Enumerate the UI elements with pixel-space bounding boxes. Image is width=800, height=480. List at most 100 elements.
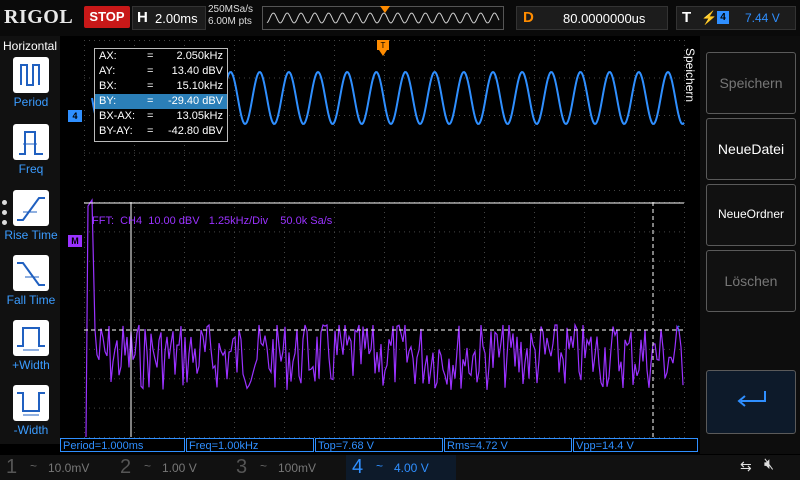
grid-dot [534,227,535,228]
grid-dot [434,217,435,218]
grid-dot [434,105,435,106]
grid-dot [484,50,485,51]
grid-dot [234,407,235,409]
grid-dot [524,40,525,41]
grid-dot [534,387,535,388]
back-button[interactable] [706,370,796,434]
grid-dot [444,378,445,380]
measurement-vpp[interactable]: Vpp=14.4 V [573,438,698,452]
neue-ordner-button[interactable]: NeueOrdner [706,184,796,246]
grid-dot [169,190,170,191]
grid-dot [434,257,435,258]
grid-dot [644,115,645,116]
grid-dot [434,302,435,303]
grid-dot [584,382,585,383]
grid-dot [184,247,185,248]
grid-dot [594,115,595,116]
grid-dot [464,407,465,409]
grid-dot [134,155,135,156]
grid-dot [164,231,165,233]
grid-dot [539,152,540,154]
grid-dot [309,40,310,41]
grid-dot [674,115,675,116]
grid-dot [584,290,585,292]
grid-dot [314,40,315,41]
grid-dot [304,40,305,41]
grid-dot [129,231,130,233]
grid-dot [534,125,535,126]
grid-dot [284,292,285,293]
speichern-button[interactable]: Speichern [706,52,796,114]
channel-2-status[interactable]: 2 ~ 1.00 V [114,455,226,480]
grid-dot [239,115,240,116]
grid-dot [179,290,180,292]
grid-dot [589,152,590,154]
grid-dot [334,115,335,116]
grid-dot [234,262,235,263]
grid-dot [684,170,685,171]
grid-dot [664,348,665,350]
grid-dot [679,260,680,262]
grid-dot [404,152,405,154]
grid-dot [284,155,285,156]
measurement-rms[interactable]: Rms=4.72 V [444,438,572,452]
grid-dot [584,378,585,380]
grid-dot [534,312,535,313]
grid-dot [259,231,260,233]
grid-dot [269,319,270,321]
grid-dot [299,319,300,321]
grid-dot [114,231,115,233]
grid-dot [244,407,245,409]
grid-dot [179,152,180,154]
grid-dot [444,348,445,350]
grid-dot [214,348,215,350]
grid-dot [284,170,285,171]
grid-dot [534,55,535,56]
grid-dot [499,77,500,79]
measurement-top[interactable]: Top=7.68 V [315,438,443,452]
grid-dot [284,65,285,66]
grid-dot [84,65,85,66]
grid-dot [279,231,280,233]
grid-dot [634,185,635,186]
grid-dot [374,231,375,233]
grid-dot [284,348,285,350]
neue-datei-button[interactable]: NeueDatei [706,118,796,180]
grid-dot [184,427,185,428]
grid-dot [669,348,670,350]
grid-dot [334,190,335,191]
grid-dot [599,231,600,233]
grid-dot [484,372,485,373]
grid-dot [609,190,610,191]
grid-dot [679,77,680,79]
grid-dot [539,231,540,233]
grid-dot [254,290,255,292]
grid-dot [624,260,625,262]
measurement-period[interactable]: Period=1.000ms [60,438,185,452]
grid-dot [214,152,215,154]
grid-dot [534,152,535,154]
grid-dot [574,290,575,292]
grid-dot [329,290,330,292]
measurement-freq[interactable]: Freq=1.00kHz [186,438,314,452]
grid-dot [279,40,280,41]
grid-dot [539,378,540,380]
channel-1-status[interactable]: 1 ~ 10.0mV [0,455,112,480]
mute-icon[interactable]: 🔇︎ [764,456,774,474]
channel-3-status[interactable]: 3 ~ 100mV [230,455,342,480]
grid-dot [544,407,545,409]
grid-dot [424,231,425,233]
grid-dot [684,378,685,380]
loeschen-button[interactable]: Löschen [706,250,796,312]
grid-dot [99,290,100,292]
ch4-offset-marker[interactable]: 4 [68,110,82,122]
cursor-row: BX: = 15.10kHz [95,79,227,94]
grid-dot [584,427,585,428]
math-offset-marker[interactable]: M [68,235,82,247]
grid-dot [639,115,640,116]
cursor-row-selected: BY: = -29.40 dBV [95,94,227,109]
grid-dot [514,319,515,321]
grid-dot [504,231,505,233]
channel-4-status[interactable]: 4 ~ 4.00 V [346,455,456,480]
grid-dot [484,217,485,218]
